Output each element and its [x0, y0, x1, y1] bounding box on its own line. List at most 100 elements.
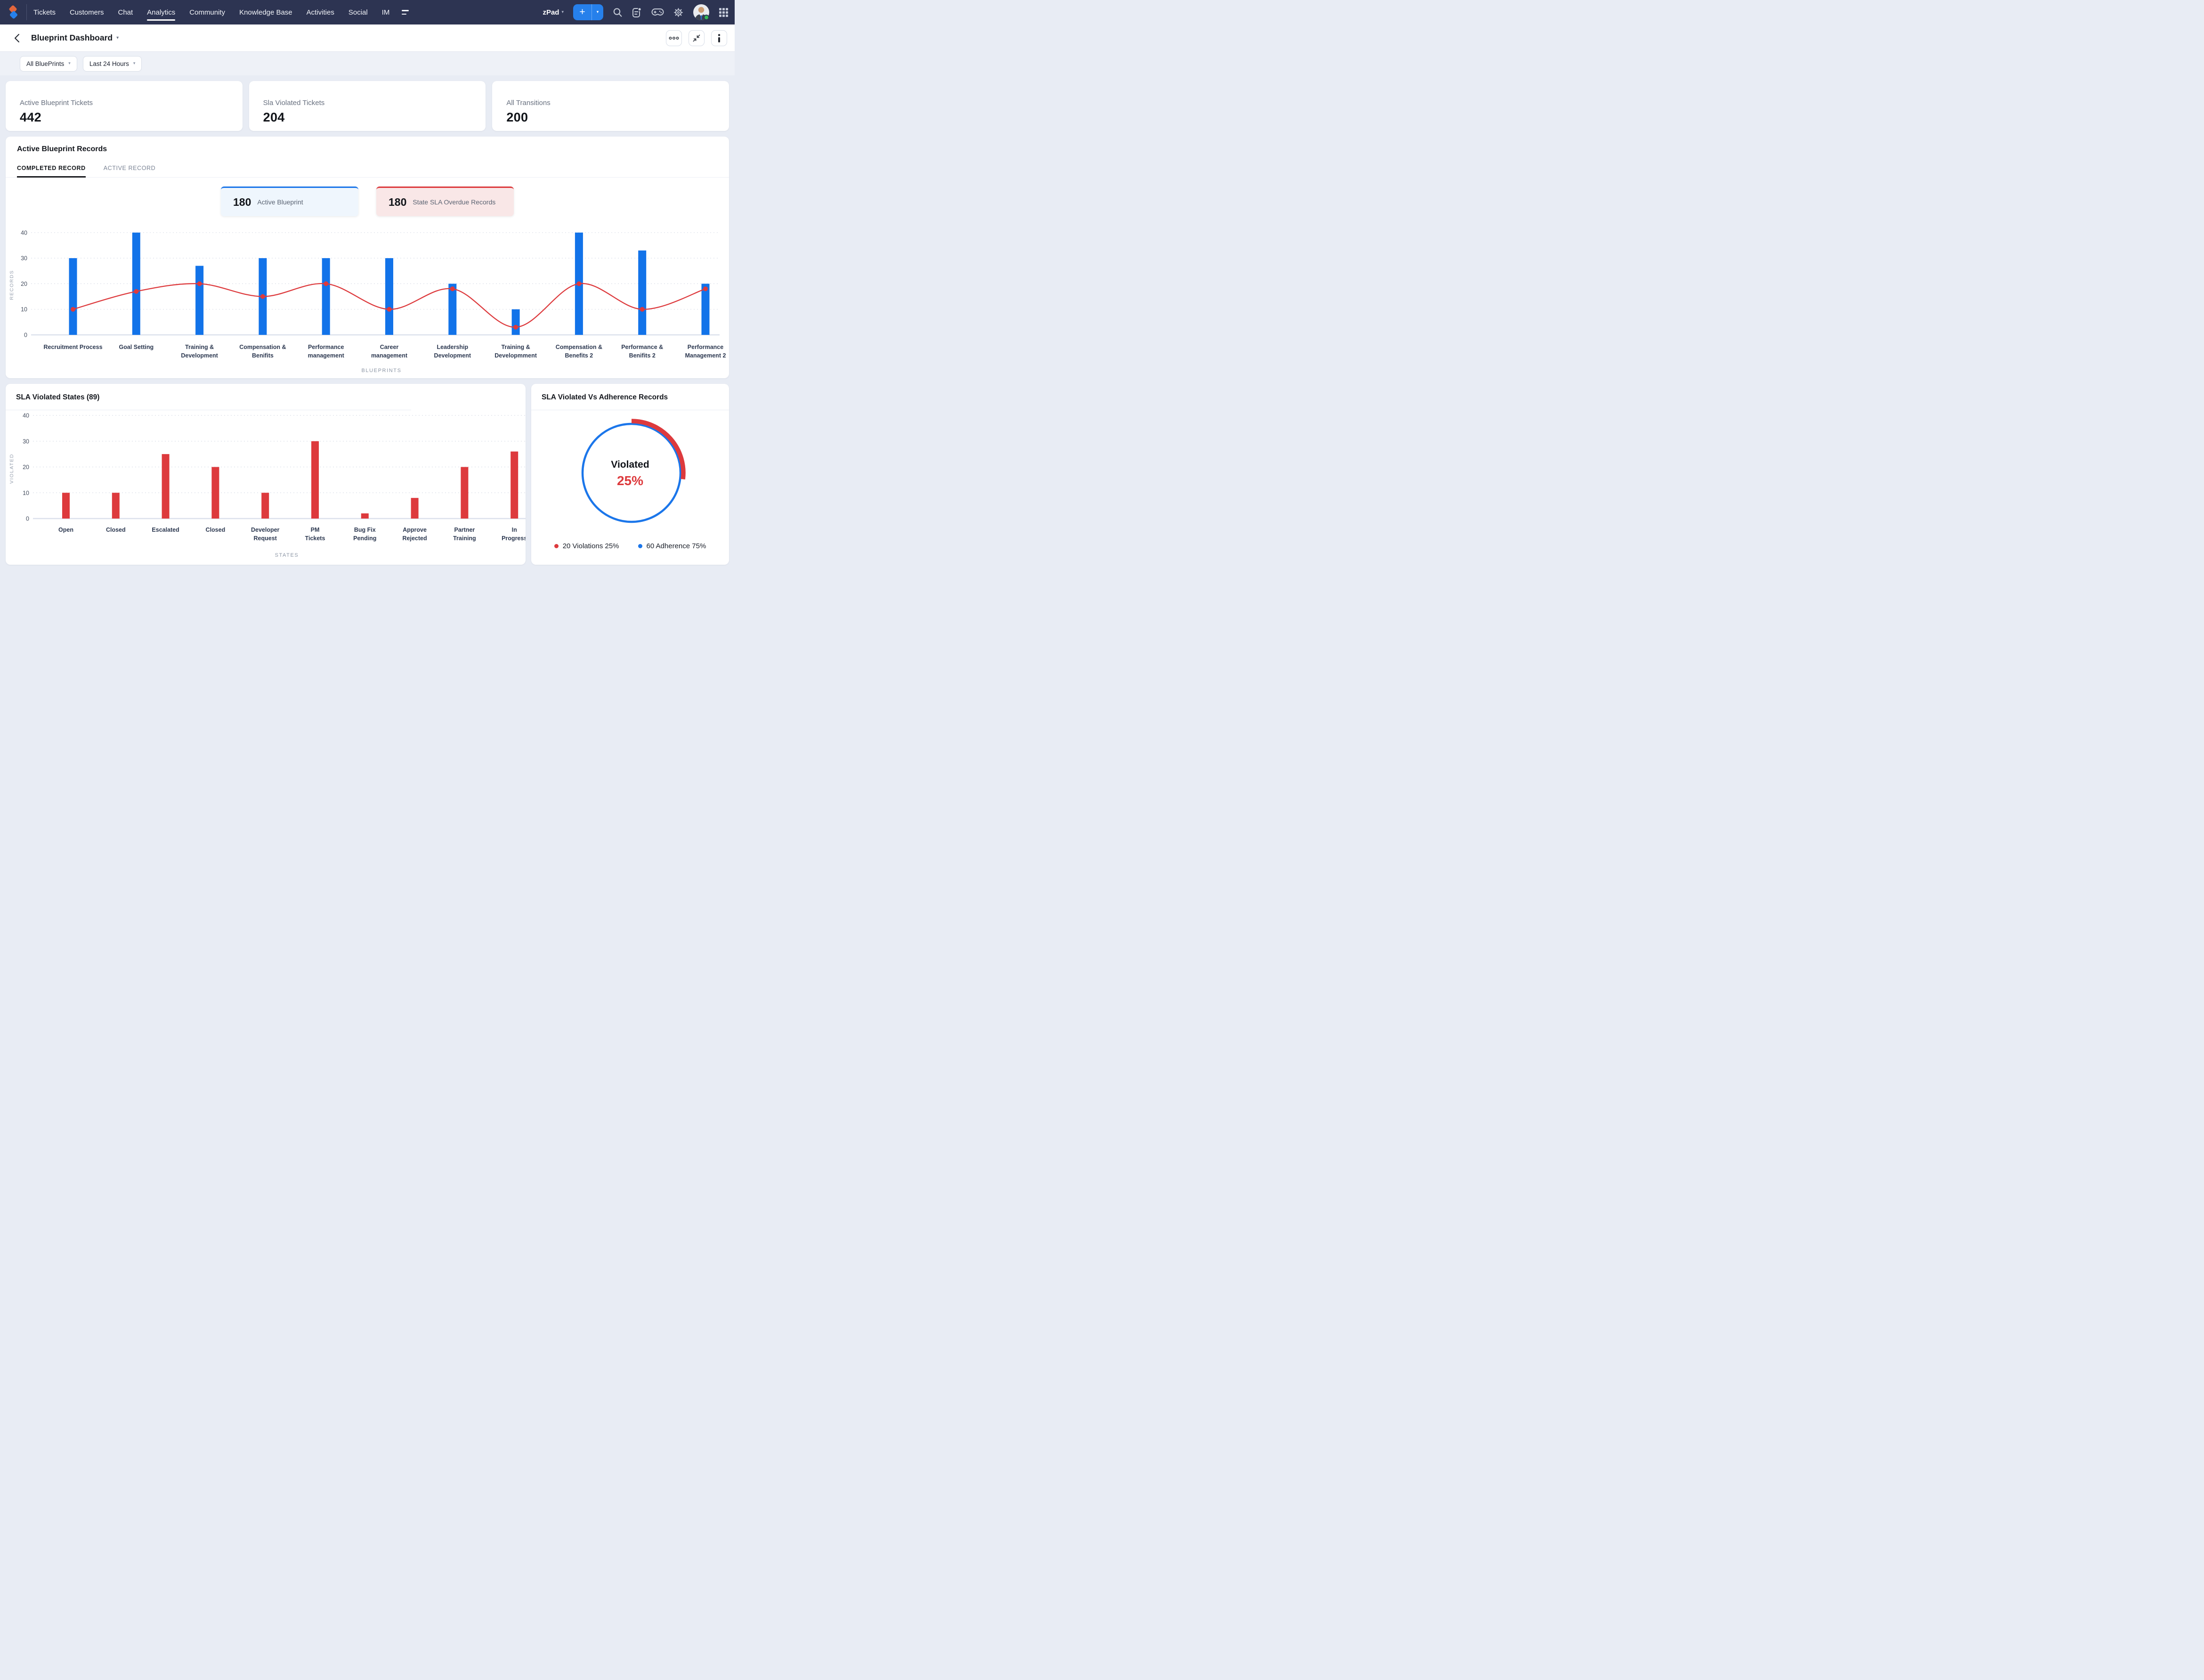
svg-text:VIOLATED: VIOLATED — [9, 454, 15, 484]
stat-card-all-transitions: All Transitions 200 — [492, 81, 729, 131]
svg-text:Benifits 2: Benifits 2 — [629, 352, 656, 359]
nav-item-social[interactable]: Social — [348, 1, 368, 24]
stat-value: 200 — [506, 110, 528, 124]
summary-badges: 180 Active Blueprint 180 State SLA Overd… — [6, 187, 729, 216]
nav-item-activities[interactable]: Activities — [307, 1, 334, 24]
legend-text: 60 Adherence 75% — [646, 542, 706, 550]
blueprint-filter-dropdown[interactable]: All BluePrints ▾ — [20, 56, 77, 72]
record-tabs: COMPLETED RECORD ACTIVE RECORD — [6, 165, 729, 178]
svg-text:0: 0 — [26, 516, 29, 522]
stat-value: 204 — [263, 110, 285, 124]
svg-text:Closed: Closed — [106, 527, 126, 533]
nav-item-im[interactable]: IM — [382, 1, 390, 24]
stat-card-active-blueprint-tickets: Active Blueprint Tickets 442 — [6, 81, 243, 131]
svg-text:Leadership: Leadership — [437, 344, 468, 350]
workspace-label: zPad — [543, 8, 559, 16]
tab-completed-record[interactable]: COMPLETED RECORD — [17, 165, 86, 178]
donut-chart[interactable]: Violated 25% — [531, 412, 729, 536]
feed-icon[interactable] — [632, 7, 642, 18]
stat-label: Active Blueprint Tickets — [20, 98, 93, 107]
online-status-dot — [704, 15, 709, 20]
svg-text:In: In — [512, 527, 517, 533]
svg-text:Benifits: Benifits — [252, 352, 274, 359]
svg-text:Developmment: Developmment — [494, 352, 537, 359]
svg-text:Performance: Performance — [688, 344, 723, 350]
caret-down-icon: ▾ — [133, 61, 136, 66]
gear-icon[interactable] — [673, 8, 683, 17]
panel-title: SLA Violated Vs Adherence Records — [542, 393, 668, 401]
svg-text:Bug Fix: Bug Fix — [354, 527, 376, 533]
nav-more-menu-icon[interactable] — [402, 10, 409, 15]
sla-violated-vs-adherence-panel: SLA Violated Vs Adherence Records Violat… — [531, 384, 729, 565]
time-filter-dropdown[interactable]: Last 24 Hours ▾ — [82, 56, 142, 72]
zoho-desk-logo — [9, 5, 17, 19]
nav-item-tickets[interactable]: Tickets — [33, 1, 56, 24]
nav-item-chat[interactable]: Chat — [118, 1, 133, 24]
search-icon[interactable] — [613, 8, 623, 17]
nav-item-knowledge-base[interactable]: Knowledge Base — [239, 1, 292, 24]
title-caret-down-icon[interactable]: ▾ — [116, 35, 119, 41]
svg-text:PM: PM — [311, 527, 320, 533]
nav-divider — [26, 4, 27, 20]
dashboard-header: Blueprint Dashboard ▾ — [0, 24, 735, 52]
nav-menu: Tickets Customers Chat Analytics Community Kn… — [33, 1, 389, 24]
panel-title: Active Blueprint Records — [17, 145, 107, 153]
svg-text:Benefits 2: Benefits 2 — [565, 352, 593, 359]
legend-dot-red — [554, 544, 559, 548]
caret-down-icon: ▾ — [68, 61, 71, 66]
svg-text:Tickets: Tickets — [305, 535, 325, 542]
stat-label: All Transitions — [506, 98, 551, 107]
more-options-button[interactable] — [666, 30, 682, 46]
stat-cards-row: Active Blueprint Tickets 442 Sla Violate… — [6, 81, 729, 131]
collapse-button[interactable] — [689, 30, 705, 46]
workspace-selector[interactable]: zPad ▾ — [543, 8, 564, 16]
svg-text:Open: Open — [58, 527, 73, 533]
svg-text:10: 10 — [21, 306, 27, 313]
svg-text:20: 20 — [21, 281, 27, 287]
svg-text:Performance &: Performance & — [621, 344, 663, 350]
nav-item-customers[interactable]: Customers — [70, 1, 104, 24]
legend-dot-blue — [638, 544, 642, 548]
legend-item-violations: 20 Violations 25% — [554, 542, 619, 550]
plus-icon[interactable]: + — [573, 4, 592, 20]
sla-violated-states-chart[interactable]: 0 10 20 30 40 VIOLATED Open Closed Escalated Clos… — [6, 413, 526, 552]
nav-item-community[interactable]: Community — [189, 1, 225, 24]
back-chevron-icon[interactable] — [10, 32, 24, 45]
caret-down-icon[interactable]: ▾ — [592, 4, 603, 20]
add-split-button[interactable]: + ▾ — [573, 4, 603, 20]
active-blueprint-badge: 180 Active Blueprint — [221, 187, 358, 216]
svg-text:20: 20 — [23, 464, 29, 471]
badge-value: 180 — [233, 195, 251, 208]
svg-text:Recruitment Process: Recruitment Process — [43, 344, 102, 350]
svg-text:Rejected: Rejected — [403, 535, 427, 542]
blueprint-records-combo-chart[interactable]: 0 10 20 30 40 RECORDS Recruitment Process Goal … — [6, 226, 729, 368]
svg-text:40: 40 — [21, 229, 27, 236]
svg-text:Development: Development — [434, 352, 471, 359]
user-avatar[interactable] — [693, 4, 710, 21]
info-button[interactable] — [711, 30, 727, 46]
svg-text:Career: Career — [380, 344, 399, 350]
gamepad-icon[interactable] — [651, 8, 664, 17]
x-axis-title: BLUEPRINTS — [361, 368, 402, 373]
nav-item-analytics[interactable]: Analytics — [147, 1, 176, 24]
svg-text:Development: Development — [181, 352, 218, 359]
sla-violated-states-panel: SLA Violated States (89) 0 10 20 30 40 VIOLAT… — [6, 384, 526, 565]
tab-active-record[interactable]: ACTIVE RECORD — [104, 165, 156, 177]
stat-value: 442 — [20, 110, 41, 124]
svg-text:Progress: Progress — [502, 535, 526, 542]
panel-title: SLA Violated States (89) — [16, 393, 100, 401]
donut-legend: 20 Violations 25% 60 Adherence 75% — [531, 542, 729, 550]
svg-text:Closed: Closed — [206, 527, 226, 533]
svg-text:Training &: Training & — [502, 344, 530, 350]
svg-text:10: 10 — [23, 490, 29, 496]
svg-text:Performance: Performance — [308, 344, 344, 350]
badge-label: Active Blueprint — [257, 198, 303, 206]
svg-text:Training: Training — [453, 535, 476, 542]
svg-text:Developer: Developer — [251, 527, 280, 533]
svg-text:30: 30 — [23, 438, 29, 445]
svg-text:40: 40 — [23, 413, 29, 419]
active-blueprint-records-panel: Active Blueprint Records COMPLETED RECOR… — [6, 137, 729, 378]
apps-grid-icon[interactable] — [719, 8, 728, 17]
svg-text:management: management — [308, 352, 345, 359]
svg-text:Compensation &: Compensation & — [239, 344, 286, 350]
